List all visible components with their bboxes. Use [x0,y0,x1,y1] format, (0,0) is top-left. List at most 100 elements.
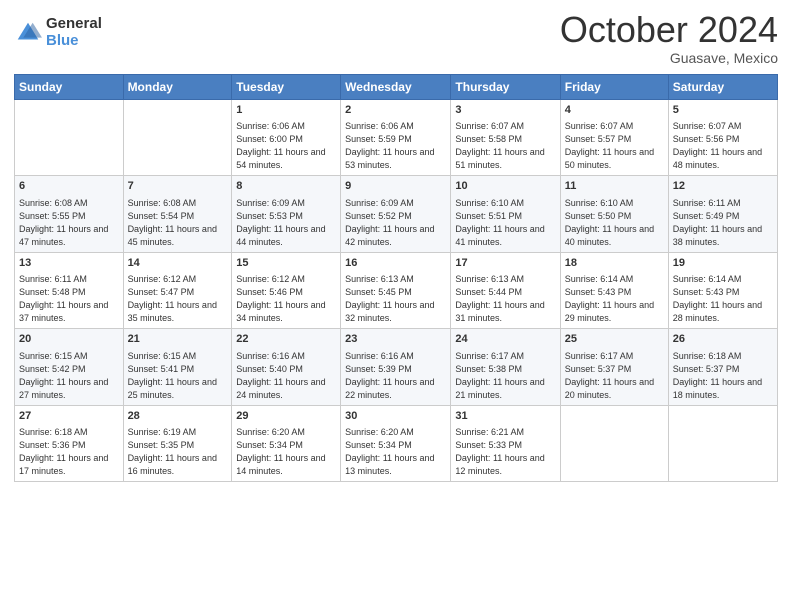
day-info: Sunrise: 6:14 AMSunset: 5:43 PMDaylight:… [565,273,664,325]
calendar-cell: 12 Sunrise: 6:11 AMSunset: 5:49 PMDayligh… [668,176,777,253]
calendar-cell: 6 Sunrise: 6:08 AMSunset: 5:55 PMDaylight… [15,176,124,253]
calendar-cell: 9 Sunrise: 6:09 AMSunset: 5:52 PMDaylight… [341,176,451,253]
calendar-cell: 20 Sunrise: 6:15 AMSunset: 5:42 PMDayligh… [15,329,124,406]
day-number: 15 [236,256,336,271]
day-info: Sunrise: 6:10 AMSunset: 5:50 PMDaylight:… [565,197,664,249]
calendar-header-row: SundayMondayTuesdayWednesdayThursdayFrid… [15,74,778,99]
day-number: 12 [673,179,773,194]
day-number: 9 [345,179,446,194]
day-number: 4 [565,103,664,118]
calendar-week-row: 20 Sunrise: 6:15 AMSunset: 5:42 PMDayligh… [15,329,778,406]
day-info: Sunrise: 6:07 AMSunset: 5:57 PMDaylight:… [565,120,664,172]
calendar-cell: 10Sunrise: 6:10 AMSunset: 5:51 PMDayligh… [451,176,560,253]
col-header-tuesday: Tuesday [232,74,341,99]
logo-icon [14,19,42,47]
day-info: Sunrise: 6:15 AMSunset: 5:42 PMDaylight:… [19,350,119,402]
day-number: 20 [19,332,119,347]
col-header-friday: Friday [560,74,668,99]
calendar-cell: 2 Sunrise: 6:06 AMSunset: 5:59 PMDaylight… [341,99,451,176]
calendar-cell [123,99,232,176]
day-info: Sunrise: 6:19 AMSunset: 5:35 PMDaylight:… [128,426,228,478]
calendar-cell: 1 Sunrise: 6:06 AMSunset: 6:00 PMDaylight… [232,99,341,176]
day-number: 21 [128,332,228,347]
col-header-sunday: Sunday [15,74,124,99]
day-info: Sunrise: 6:09 AMSunset: 5:52 PMDaylight:… [345,197,446,249]
day-info: Sunrise: 6:11 AMSunset: 5:49 PMDaylight:… [673,197,773,249]
day-info: Sunrise: 6:07 AMSunset: 5:56 PMDaylight:… [673,120,773,172]
day-info: Sunrise: 6:11 AMSunset: 5:48 PMDaylight:… [19,273,119,325]
logo-blue-text: Blue [46,33,102,50]
day-number: 17 [455,256,555,271]
col-header-monday: Monday [123,74,232,99]
calendar-cell: 3 Sunrise: 6:07 AMSunset: 5:58 PMDaylight… [451,99,560,176]
day-number: 25 [565,332,664,347]
day-number: 1 [236,103,336,118]
calendar-cell: 28 Sunrise: 6:19 AMSunset: 5:35 PMDayligh… [123,405,232,482]
day-info: Sunrise: 6:21 AMSunset: 5:33 PMDaylight:… [455,426,555,478]
day-info: Sunrise: 6:12 AMSunset: 5:46 PMDaylight:… [236,273,336,325]
logo: General Blue [14,16,102,49]
day-number: 31 [455,409,555,424]
day-info: Sunrise: 6:09 AMSunset: 5:53 PMDaylight:… [236,197,336,249]
calendar-page: General Blue October 2024 Guasave, Mexic… [0,0,792,612]
day-number: 30 [345,409,446,424]
day-number: 22 [236,332,336,347]
day-number: 23 [345,332,446,347]
day-info: Sunrise: 6:06 AMSunset: 6:00 PMDaylight:… [236,120,336,172]
day-info: Sunrise: 6:20 AMSunset: 5:34 PMDaylight:… [345,426,446,478]
calendar-cell: 18 Sunrise: 6:14 AMSunset: 5:43 PMDayligh… [560,252,668,329]
day-info: Sunrise: 6:10 AMSunset: 5:51 PMDaylight:… [455,197,555,249]
day-info: Sunrise: 6:08 AMSunset: 5:54 PMDaylight:… [128,197,228,249]
day-info: Sunrise: 6:08 AMSunset: 5:55 PMDaylight:… [19,197,119,249]
day-info: Sunrise: 6:12 AMSunset: 5:47 PMDaylight:… [128,273,228,325]
day-number: 2 [345,103,446,118]
month-title: October 2024 [560,10,778,50]
calendar-week-row: 13Sunrise: 6:11 AMSunset: 5:48 PMDayligh… [15,252,778,329]
calendar-cell: 7 Sunrise: 6:08 AMSunset: 5:54 PMDaylight… [123,176,232,253]
calendar-cell: 25 Sunrise: 6:17 AMSunset: 5:37 PMDayligh… [560,329,668,406]
day-info: Sunrise: 6:16 AMSunset: 5:39 PMDaylight:… [345,350,446,402]
location-subtitle: Guasave, Mexico [560,50,778,66]
day-info: Sunrise: 6:15 AMSunset: 5:41 PMDaylight:… [128,350,228,402]
calendar-cell: 19 Sunrise: 6:14 AMSunset: 5:43 PMDayligh… [668,252,777,329]
calendar-cell: 4 Sunrise: 6:07 AMSunset: 5:57 PMDaylight… [560,99,668,176]
calendar-cell: 17Sunrise: 6:13 AMSunset: 5:44 PMDayligh… [451,252,560,329]
day-number: 26 [673,332,773,347]
day-info: Sunrise: 6:13 AMSunset: 5:45 PMDaylight:… [345,273,446,325]
day-info: Sunrise: 6:17 AMSunset: 5:37 PMDaylight:… [565,350,664,402]
day-number: 3 [455,103,555,118]
calendar-week-row: 27Sunrise: 6:18 AMSunset: 5:36 PMDayligh… [15,405,778,482]
day-number: 6 [19,179,119,194]
calendar-cell [560,405,668,482]
day-number: 14 [128,256,228,271]
day-number: 18 [565,256,664,271]
day-info: Sunrise: 6:20 AMSunset: 5:34 PMDaylight:… [236,426,336,478]
calendar-cell: 23 Sunrise: 6:16 AMSunset: 5:39 PMDayligh… [341,329,451,406]
calendar-cell: 5Sunrise: 6:07 AMSunset: 5:56 PMDaylight… [668,99,777,176]
calendar-week-row: 1 Sunrise: 6:06 AMSunset: 6:00 PMDaylight… [15,99,778,176]
day-number: 7 [128,179,228,194]
day-info: Sunrise: 6:14 AMSunset: 5:43 PMDaylight:… [673,273,773,325]
calendar-cell: 27Sunrise: 6:18 AMSunset: 5:36 PMDayligh… [15,405,124,482]
calendar-table: SundayMondayTuesdayWednesdayThursdayFrid… [14,74,778,483]
calendar-cell: 21 Sunrise: 6:15 AMSunset: 5:41 PMDayligh… [123,329,232,406]
calendar-cell: 22Sunrise: 6:16 AMSunset: 5:40 PMDayligh… [232,329,341,406]
col-header-saturday: Saturday [668,74,777,99]
day-number: 28 [128,409,228,424]
day-number: 24 [455,332,555,347]
calendar-cell: 30 Sunrise: 6:20 AMSunset: 5:34 PMDayligh… [341,405,451,482]
day-number: 19 [673,256,773,271]
calendar-cell [15,99,124,176]
calendar-cell: 24Sunrise: 6:17 AMSunset: 5:38 PMDayligh… [451,329,560,406]
day-info: Sunrise: 6:06 AMSunset: 5:59 PMDaylight:… [345,120,446,172]
calendar-cell: 31 Sunrise: 6:21 AMSunset: 5:33 PMDayligh… [451,405,560,482]
calendar-cell: 8 Sunrise: 6:09 AMSunset: 5:53 PMDaylight… [232,176,341,253]
calendar-cell [668,405,777,482]
day-info: Sunrise: 6:07 AMSunset: 5:58 PMDaylight:… [455,120,555,172]
day-number: 8 [236,179,336,194]
col-header-wednesday: Wednesday [341,74,451,99]
day-info: Sunrise: 6:18 AMSunset: 5:37 PMDaylight:… [673,350,773,402]
header: General Blue October 2024 Guasave, Mexic… [14,10,778,66]
calendar-cell: 11Sunrise: 6:10 AMSunset: 5:50 PMDayligh… [560,176,668,253]
col-header-thursday: Thursday [451,74,560,99]
